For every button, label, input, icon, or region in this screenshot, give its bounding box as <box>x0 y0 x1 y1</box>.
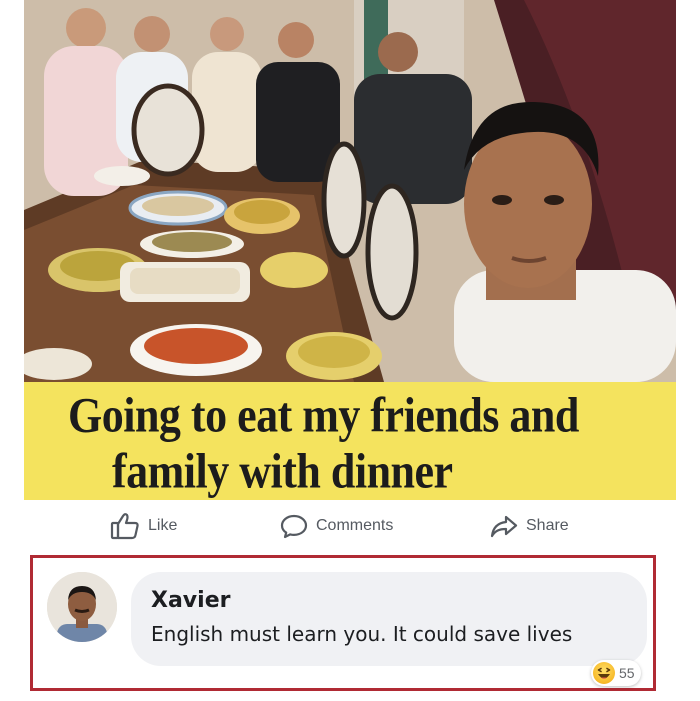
comments-button[interactable]: Comments <box>280 510 393 542</box>
haha-icon <box>593 662 615 684</box>
share-button[interactable]: Share <box>490 510 569 542</box>
post-photo[interactable] <box>24 0 676 382</box>
comments-label: Comments <box>316 517 394 534</box>
meme-caption-banner: Going to eat my friends and family with … <box>24 382 676 500</box>
like-button[interactable]: Like <box>110 510 177 542</box>
comment-bubble: Xavier English must learn you. It could … <box>131 572 647 666</box>
comment-bubble-icon <box>280 513 308 539</box>
meme-caption-line-2: family with dinner <box>112 444 453 499</box>
reaction-summary[interactable]: 55 <box>591 660 641 686</box>
facebook-post: Going to eat my friends and family with … <box>0 0 700 701</box>
share-arrow-icon <box>490 514 518 538</box>
thumbs-up-icon <box>110 512 140 540</box>
like-label: Like <box>148 517 178 534</box>
meme-caption: Going to eat my friends and family with … <box>24 388 660 500</box>
comment-text: English must learn you. It could save li… <box>151 622 573 646</box>
reaction-count: 55 <box>619 665 635 681</box>
share-label: Share <box>526 517 569 534</box>
meme-caption-line-1: Going to eat my friends and <box>68 388 579 443</box>
post-action-bar: Like Comments Share <box>24 500 676 552</box>
commenter-name[interactable]: Xavier <box>151 588 230 613</box>
commenter-avatar[interactable] <box>47 572 117 642</box>
highlighted-comment: Xavier English must learn you. It could … <box>30 555 656 691</box>
